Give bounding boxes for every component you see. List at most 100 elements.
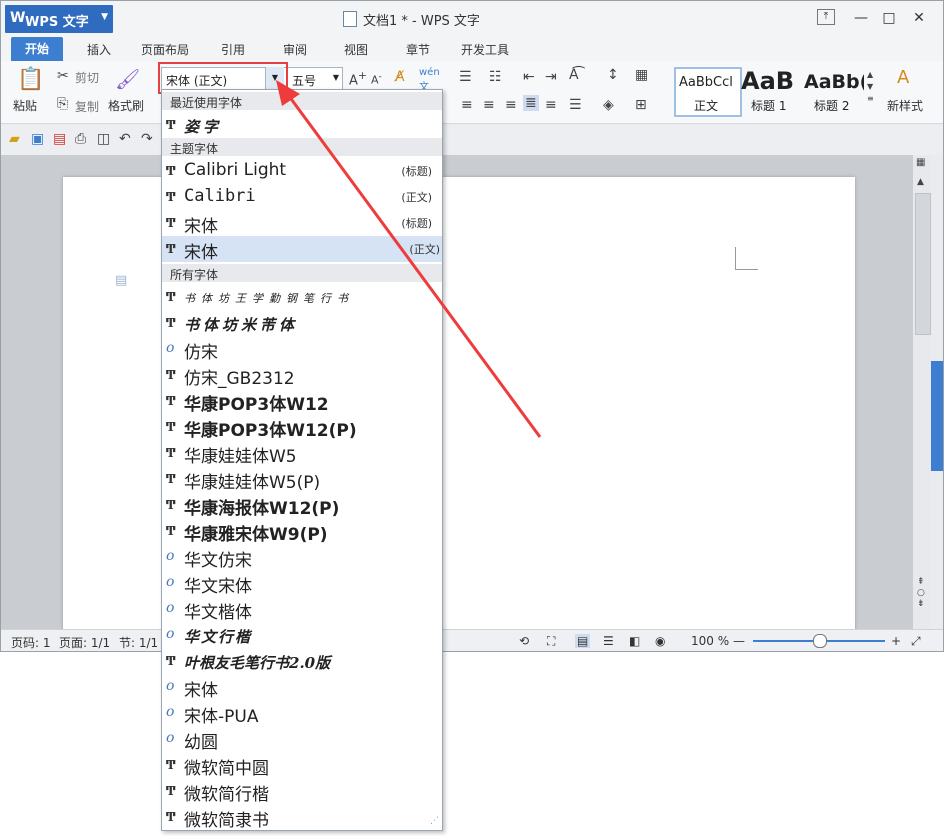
increase-indent-icon[interactable]: ⇥ — [545, 69, 557, 85]
resize-grip-icon[interactable]: ⋰ — [430, 816, 439, 826]
font-item-selected[interactable]: Ͳ 宋体 (正文) — [162, 236, 442, 263]
maximize-button[interactable]: □ — [879, 9, 899, 27]
font-item[interactable]: Ͳ 仿宋_GB2312 — [162, 362, 432, 389]
print-icon[interactable]: ⎙ — [75, 131, 86, 147]
bullet-list-icon[interactable]: ☰ — [459, 69, 472, 85]
scissors-icon[interactable]: ✂ — [57, 68, 69, 84]
scroll-up-icon[interactable]: ▲ — [917, 177, 924, 187]
line-spacing-icon[interactable]: ☰ — [569, 97, 582, 113]
minimize-button[interactable]: — — [851, 9, 871, 27]
font-item[interactable]: Ͳ 微软简中圆 — [162, 752, 432, 779]
format-painter-button[interactable]: 格式刷 — [108, 97, 144, 114]
folder-icon[interactable]: ▰ — [9, 131, 20, 147]
undo-icon[interactable]: ↶ — [119, 131, 131, 147]
opentype-icon: o — [166, 730, 175, 746]
zoom-out-icon[interactable]: — — [733, 634, 745, 648]
sort-icon[interactable]: ↕ — [607, 67, 619, 83]
zoom-slider-handle[interactable] — [813, 634, 827, 648]
font-item[interactable]: o 华文楷体 — [162, 596, 432, 623]
style-heading-1[interactable]: AaB 标题 1 — [739, 67, 803, 113]
align-center-icon[interactable]: ≡ — [483, 97, 495, 113]
grow-font-icon[interactable]: A+ — [349, 69, 367, 88]
copy-icon[interactable]: ⎘ — [57, 96, 68, 112]
align-right-icon[interactable]: ≡ — [505, 97, 517, 113]
paste-icon[interactable]: 📋 — [17, 67, 44, 92]
tab-page-layout[interactable]: 页面布局 — [141, 41, 189, 58]
font-item[interactable]: o 宋体 — [162, 674, 432, 701]
zoom-in-icon[interactable]: + — [891, 634, 901, 648]
recent-fonts-header: 最近使用字体 — [162, 92, 442, 110]
font-item[interactable]: Ͳ Calibri Light (标题) — [162, 158, 432, 184]
font-item[interactable]: o 宋体-PUA — [162, 700, 432, 727]
tab-review[interactable]: 审阅 — [283, 41, 307, 58]
page-view-icon[interactable]: ▤ — [575, 634, 591, 648]
font-item[interactable]: Ͳ 华康海报体W12(P) — [162, 492, 432, 519]
scrollbar-thumb[interactable] — [915, 193, 931, 335]
decrease-indent-icon[interactable]: ⇤ — [523, 69, 535, 85]
style-normal[interactable]: AaBbCcl 正文 — [674, 67, 742, 117]
font-item[interactable]: Ͳ 姿字 — [162, 112, 432, 138]
tab-view[interactable]: 视图 — [344, 41, 368, 58]
truetype-icon: Ͳ — [166, 394, 176, 408]
font-item[interactable]: Ͳ 华康娃娃体W5(P) — [162, 466, 432, 493]
page-nav-icon[interactable]: ⇞ ○ ⇟ — [917, 577, 925, 610]
tab-home[interactable]: 开始 — [11, 37, 64, 61]
font-item[interactable]: o 仿宋 — [162, 336, 432, 363]
table-grid-icon[interactable]: ▦ — [635, 67, 648, 83]
upload-icon[interactable]: ⤒ — [817, 9, 835, 25]
new-style-icon[interactable]: A — [897, 67, 909, 88]
font-item[interactable]: Ͳ 书体坊王学勤钢笔行书 — [162, 284, 432, 310]
print-preview-icon[interactable]: ◫ — [97, 131, 110, 147]
font-item[interactable]: o 华文宋体 — [162, 570, 432, 597]
app-menu-button[interactable]: W WPS 文字 ▼ — [5, 5, 113, 33]
borders-icon[interactable]: ⊞ — [635, 97, 647, 113]
side-panel-tab[interactable] — [931, 361, 943, 471]
numbered-list-icon[interactable]: ☷ — [489, 69, 502, 85]
style-heading-2[interactable]: AaBb( 标题 2 — [804, 67, 864, 113]
redo-icon[interactable]: ↷ — [141, 131, 153, 147]
font-item[interactable]: o 华文行楷 — [162, 622, 432, 648]
web-view-icon[interactable]: ◧ — [629, 634, 640, 648]
font-item[interactable]: Ͳ 宋体 (标题) — [162, 210, 432, 237]
ruler-toggle-icon[interactable]: ▦ — [916, 157, 925, 168]
cut-button[interactable]: 剪切 — [75, 69, 99, 86]
reading-mode-icon[interactable]: ◉ — [655, 634, 665, 648]
format-painter-icon[interactable]: 🖌 — [115, 67, 140, 91]
close-button[interactable]: ✕ — [909, 9, 929, 27]
paste-button[interactable]: 粘贴 — [13, 97, 37, 114]
font-item[interactable]: Ͳ 微软简行楷 — [162, 778, 432, 805]
font-item[interactable]: Ͳ 叶根友毛笔行书2.0版 — [162, 648, 432, 674]
styles-scroll-icon[interactable]: ▲ ▼ ≡ — [867, 69, 874, 105]
font-item[interactable]: Ͳ 书体坊米芾体 — [162, 310, 432, 336]
style-label: 标题 2 — [814, 99, 850, 113]
font-item[interactable]: Ͳ 华康雅宋体W9(P) — [162, 518, 432, 545]
fit-page-icon[interactable]: ⤢ — [911, 634, 921, 649]
save-icon[interactable]: ▣ — [31, 131, 44, 147]
font-item[interactable]: Ͳ Calibri (正文) — [162, 184, 432, 210]
shrink-font-icon[interactable]: A- — [371, 71, 382, 87]
font-item[interactable]: o 幼圆 — [162, 726, 432, 753]
fullscreen-icon[interactable]: ⛶ — [547, 634, 555, 649]
tab-insert[interactable]: 插入 — [87, 41, 111, 58]
clear-format-icon[interactable]: A̸ — [395, 69, 405, 85]
shading-icon[interactable]: ◈ — [603, 97, 614, 113]
tab-developer[interactable]: 开发工具 — [461, 41, 509, 58]
pdf-icon[interactable]: ▤ — [53, 131, 66, 147]
distribute-icon[interactable]: ≡ — [545, 97, 557, 113]
align-left-icon[interactable]: ≡ — [461, 97, 473, 113]
copy-button[interactable]: 复制 — [75, 98, 99, 115]
font-dropdown-list[interactable]: 最近使用字体 Ͳ 姿字 主题字体 Ͳ Calibri Light (标题) Ͳ … — [161, 89, 443, 831]
font-item[interactable]: Ͳ 微软简隶书 — [162, 804, 432, 830]
new-style-button[interactable]: 新样式 — [887, 97, 923, 114]
tab-references[interactable]: 引用 — [221, 41, 245, 58]
outline-view-icon[interactable]: ☰ — [603, 634, 614, 648]
text-effect-icon[interactable]: A͡ — [569, 67, 579, 83]
align-justify-icon[interactable]: ≣ — [523, 95, 539, 111]
font-item[interactable]: Ͳ 华康POP3体W12(P) — [162, 414, 432, 441]
history-icon[interactable]: ⟲ — [519, 634, 529, 648]
font-item[interactable]: Ͳ 华康娃娃体W5 — [162, 440, 432, 467]
font-size-combo[interactable]: 五号 ▼ — [287, 67, 343, 91]
tab-chapter[interactable]: 章节 — [406, 41, 430, 58]
font-item[interactable]: o 华文仿宋 — [162, 544, 432, 571]
font-item[interactable]: Ͳ 华康POP3体W12 — [162, 388, 432, 415]
